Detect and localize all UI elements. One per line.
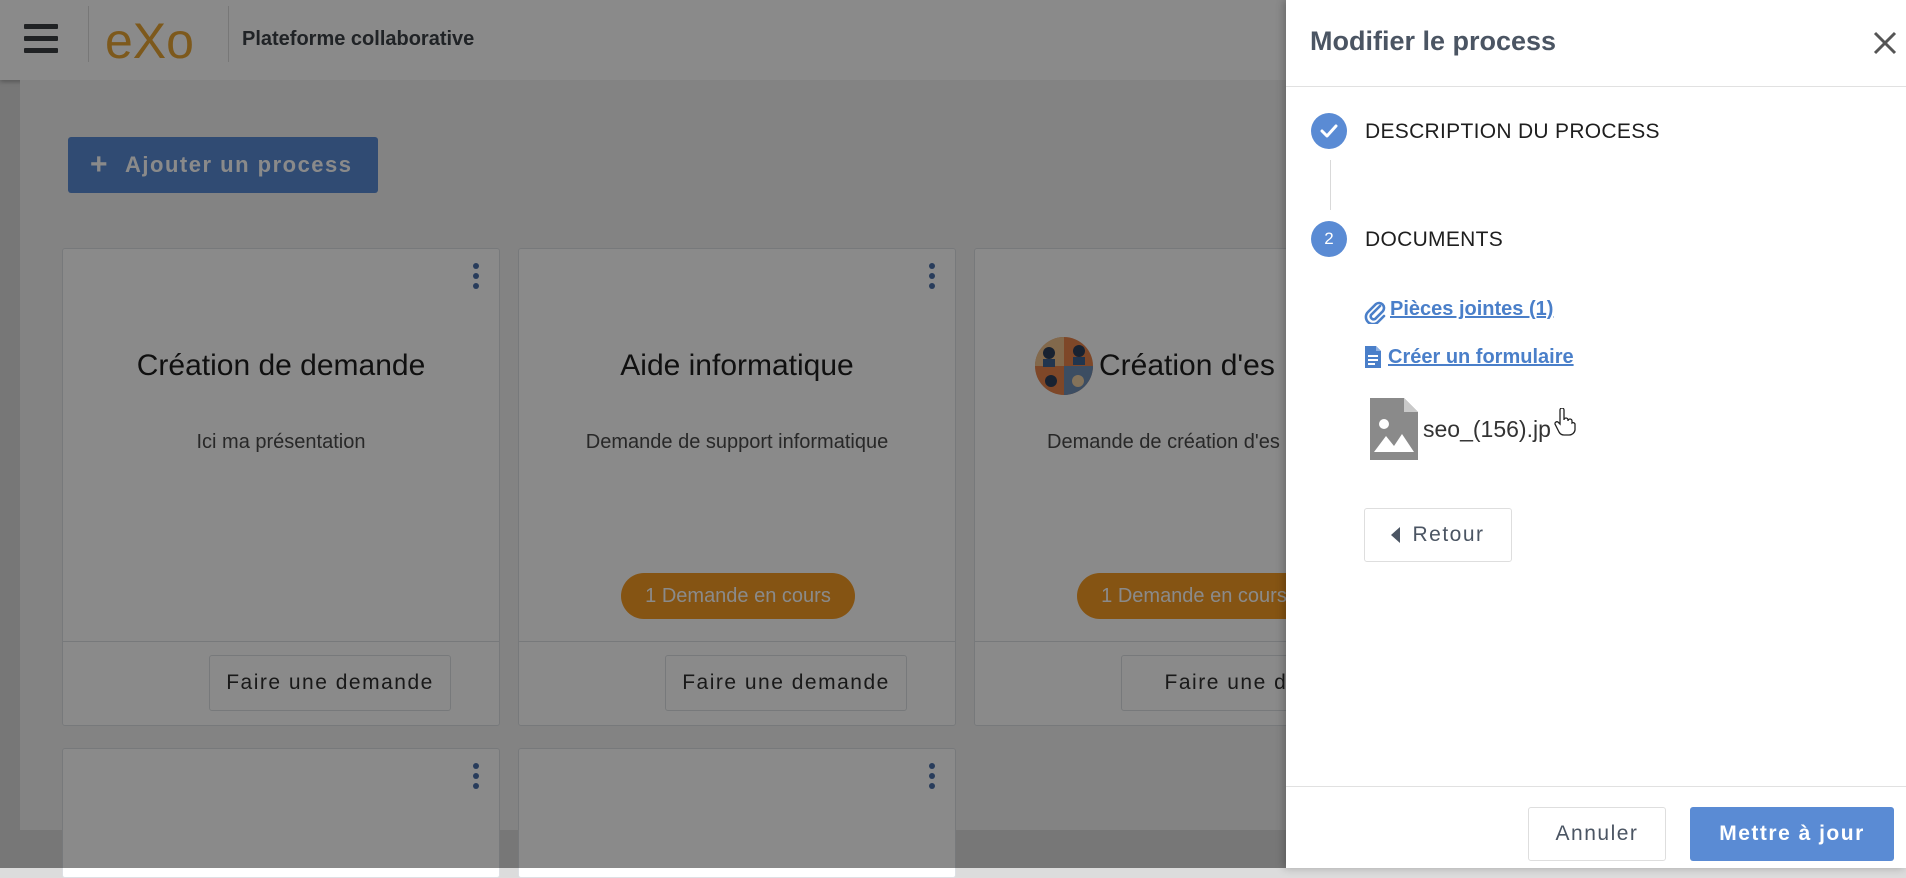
back-label: Retour: [1412, 523, 1485, 546]
attachments-link[interactable]: Pièces jointes (1): [1390, 298, 1553, 321]
close-icon[interactable]: [1868, 26, 1902, 60]
step-completed-icon[interactable]: [1311, 113, 1347, 149]
update-button[interactable]: Mettre à jour: [1690, 807, 1894, 861]
create-form-link[interactable]: Créer un formulaire: [1388, 346, 1574, 369]
drawer-footer: Annuler Mettre à jour: [1286, 786, 1906, 868]
drawer-title: Modifier le process: [1310, 26, 1557, 56]
paperclip-icon: [1364, 298, 1386, 329]
edit-process-drawer: Modifier le process DESCRIPTION DU PROCE…: [1286, 0, 1906, 868]
caret-left-icon: [1391, 527, 1401, 543]
stepper-connector: [1330, 160, 1331, 210]
step-description-label[interactable]: DESCRIPTION DU PROCESS: [1365, 120, 1660, 144]
drawer-header: Modifier le process: [1286, 0, 1906, 87]
file-name[interactable]: seo_(156).jp: [1423, 416, 1551, 443]
cancel-button[interactable]: Annuler: [1528, 807, 1666, 861]
hand-cursor-icon: [1554, 407, 1576, 441]
step-documents-label[interactable]: DOCUMENTS: [1365, 228, 1503, 252]
step-number[interactable]: 2: [1311, 221, 1347, 257]
back-button[interactable]: Retour: [1364, 508, 1512, 562]
image-file-icon[interactable]: [1370, 398, 1418, 465]
document-icon: [1364, 345, 1382, 374]
